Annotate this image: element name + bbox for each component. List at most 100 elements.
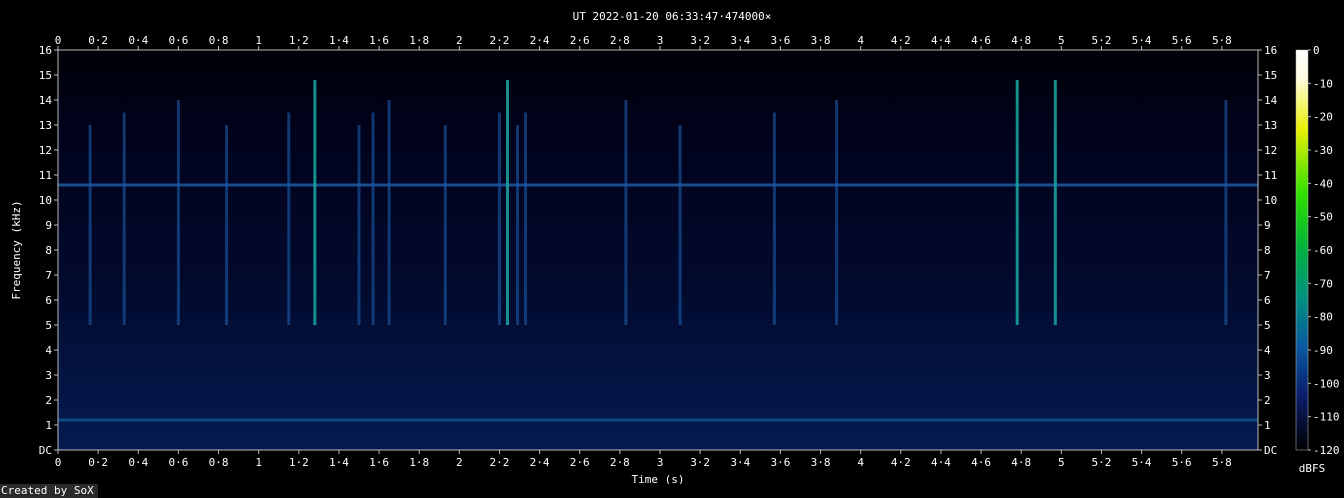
y-tick-label-right: 2 (1264, 394, 1271, 407)
x-tick-label-bottom: 5 (1058, 456, 1065, 469)
colorbar-tick-label: -100 (1313, 377, 1340, 390)
tone-line (58, 183, 1258, 187)
x-tick-label-bottom: 1·2 (289, 456, 309, 469)
y-tick-label-left: 14 (39, 94, 53, 107)
y-tick-label-left: 1 (45, 419, 52, 432)
broadband-event (387, 100, 391, 325)
y-tick-label-right: 9 (1264, 219, 1271, 232)
broadband-event (835, 100, 839, 325)
colorbar-tick-label: -40 (1313, 177, 1333, 190)
x-tick-label-bottom: 3 (657, 456, 664, 469)
x-tick-label-bottom: 4·6 (971, 456, 991, 469)
x-tick-label-top: 5·6 (1172, 34, 1192, 47)
x-tick-label-top: 2·6 (570, 34, 590, 47)
y-tick-label-left: 6 (45, 294, 52, 307)
noise-texture (58, 312, 1258, 450)
x-tick-label-top: 4·2 (891, 34, 911, 47)
y-tick-label-right: DC (1264, 444, 1277, 457)
x-tick-label-top: 3·8 (811, 34, 831, 47)
x-tick-label-top: 1·2 (289, 34, 309, 47)
y-tick-label-right: 1 (1264, 419, 1271, 432)
broadband-event (678, 125, 682, 325)
x-tick-label-bottom: 1·8 (409, 456, 429, 469)
broadband-event (88, 125, 92, 325)
x-tick-label-bottom: 3·2 (690, 456, 710, 469)
x-tick-label-bottom: 0·8 (209, 456, 229, 469)
y-tick-label-left: 7 (45, 269, 52, 282)
y-tick-label-left: 11 (39, 169, 52, 182)
colorbar-tick-label: -20 (1313, 111, 1333, 124)
broadband-event (516, 125, 520, 325)
y-tick-label-right: 4 (1264, 344, 1271, 357)
x-tick-label-top: 1·4 (329, 34, 349, 47)
plot-area (57, 49, 1259, 451)
broadband-event (313, 80, 317, 325)
x-tick-label-bottom: 0·6 (168, 456, 188, 469)
x-tick-label-bottom: 4·2 (891, 456, 911, 469)
x-tick-label-bottom: 0·4 (128, 456, 148, 469)
y-tick-label-left: 2 (45, 394, 52, 407)
colorbar-tick-label: -70 (1313, 277, 1333, 290)
y-axis-label: Frequency (kHz) (10, 200, 23, 299)
y-tick-label-left: 16 (39, 44, 52, 57)
x-tick-label-bottom: 2 (456, 456, 463, 469)
x-tick-label-bottom: 3·8 (811, 456, 831, 469)
y-tick-label-left: 9 (45, 219, 52, 232)
x-tick-label-top: 0·8 (209, 34, 229, 47)
x-tick-label-top: 2·8 (610, 34, 630, 47)
colorbar-tick-label: -10 (1313, 77, 1333, 90)
broadband-event (624, 100, 628, 325)
x-tick-label-top: 5 (1058, 34, 1065, 47)
y-tick-label-right: 5 (1264, 319, 1271, 332)
x-tick-label-top: 0·2 (88, 34, 108, 47)
x-tick-label-top: 4 (857, 34, 864, 47)
x-tick-label-top: 4·4 (931, 34, 951, 47)
broadband-event (371, 112, 375, 325)
x-tick-label-top: 0·6 (168, 34, 188, 47)
y-tick-label-right: 7 (1264, 269, 1271, 282)
broadband-event (1224, 100, 1228, 325)
y-tick-label-left: 8 (45, 244, 52, 257)
colorbar-tick-label: -80 (1313, 311, 1333, 324)
x-tick-label-bottom: 4·8 (1011, 456, 1031, 469)
x-tick-label-bottom: 0·2 (88, 456, 108, 469)
y-tick-label-right: 8 (1264, 244, 1271, 257)
y-tick-label-right: 12 (1264, 144, 1277, 157)
colorbar-gradient (1295, 49, 1309, 451)
x-tick-label-bottom: 2·4 (530, 456, 550, 469)
chart-title: UT 2022-01-20 06:33:47·474000× (573, 10, 772, 23)
y-tick-label-left: 4 (45, 344, 52, 357)
y-tick-label-left: 15 (39, 69, 52, 82)
broadband-event (505, 80, 509, 325)
y-tick-label-left: 13 (39, 119, 52, 132)
x-tick-label-top: 3 (657, 34, 664, 47)
broadband-event (122, 112, 126, 325)
spectrogram-figure: UT 2022-01-20 06:33:47·474000× 0 0 0·2 0·2 0… (0, 0, 1344, 498)
tone-line (58, 418, 1258, 422)
x-tick-label-bottom: 2·6 (570, 456, 590, 469)
y-tick-label-right: 11 (1264, 169, 1277, 182)
colorbar-tick-label: -120 (1313, 444, 1340, 457)
x-tick-label-bottom: 1·4 (329, 456, 349, 469)
x-tick-label-bottom: 2·2 (490, 456, 510, 469)
broadband-event (1015, 80, 1019, 325)
broadband-event (176, 100, 180, 325)
colorbar-tick-label: -110 (1313, 411, 1340, 424)
x-axis-label: Time (s) (632, 473, 685, 484)
x-tick-label-bottom: 5·4 (1132, 456, 1152, 469)
x-tick-label-bottom: 3·4 (730, 456, 750, 469)
colorbar-tick-label: -90 (1313, 344, 1333, 357)
colorbar-tick-label: -30 (1313, 144, 1333, 157)
colorbar-label: dBFS (1299, 462, 1326, 475)
y-tick-label-left: DC (39, 444, 52, 457)
colorbar-tick-label: -60 (1313, 244, 1333, 257)
x-tick-label-top: 5·8 (1212, 34, 1232, 47)
y-tick-label-right: 10 (1264, 194, 1277, 207)
broadband-event (524, 112, 528, 325)
broadband-event (1053, 80, 1057, 325)
y-tick-label-left: 12 (39, 144, 52, 157)
x-tick-label-top: 1·8 (409, 34, 429, 47)
x-tick-label-bottom: 3·6 (770, 456, 790, 469)
y-tick-label-right: 15 (1264, 69, 1277, 82)
x-tick-label-top: 2·2 (490, 34, 510, 47)
